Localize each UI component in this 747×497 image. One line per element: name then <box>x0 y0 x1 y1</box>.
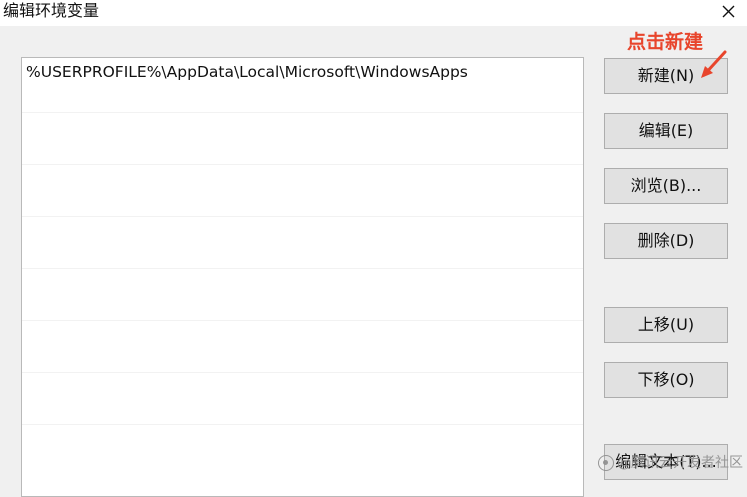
close-icon <box>722 5 734 17</box>
edit-button[interactable]: 编辑(E) <box>604 113 728 149</box>
row-divider <box>22 320 583 321</box>
row-divider <box>22 216 583 217</box>
row-divider <box>22 372 583 373</box>
row-divider <box>22 112 583 113</box>
watermark-text: @腾讯云开发者社区 <box>617 455 743 471</box>
annotation-label: 点击新建 <box>627 31 704 53</box>
close-button[interactable] <box>715 0 741 22</box>
path-list[interactable]: %USERPROFILE%\AppData\Local\Microsoft\Wi… <box>21 57 584 497</box>
title-bar: 编辑环境变量 <box>0 0 747 26</box>
row-divider <box>22 268 583 269</box>
window-title: 编辑环境变量 <box>3 1 100 20</box>
move-up-button[interactable]: 上移(U) <box>604 307 728 343</box>
annotation-arrow-icon <box>701 50 727 78</box>
watermark: @腾讯云开发者社区 <box>598 452 745 474</box>
path-list-item[interactable]: %USERPROFILE%\AppData\Local\Microsoft\Wi… <box>22 59 583 85</box>
browse-button[interactable]: 浏览(B)... <box>604 168 728 204</box>
delete-button[interactable]: 删除(D) <box>604 223 728 259</box>
move-down-button[interactable]: 下移(O) <box>604 362 728 398</box>
row-divider <box>22 164 583 165</box>
watermark-logo-icon <box>598 455 614 471</box>
row-divider <box>22 424 583 425</box>
